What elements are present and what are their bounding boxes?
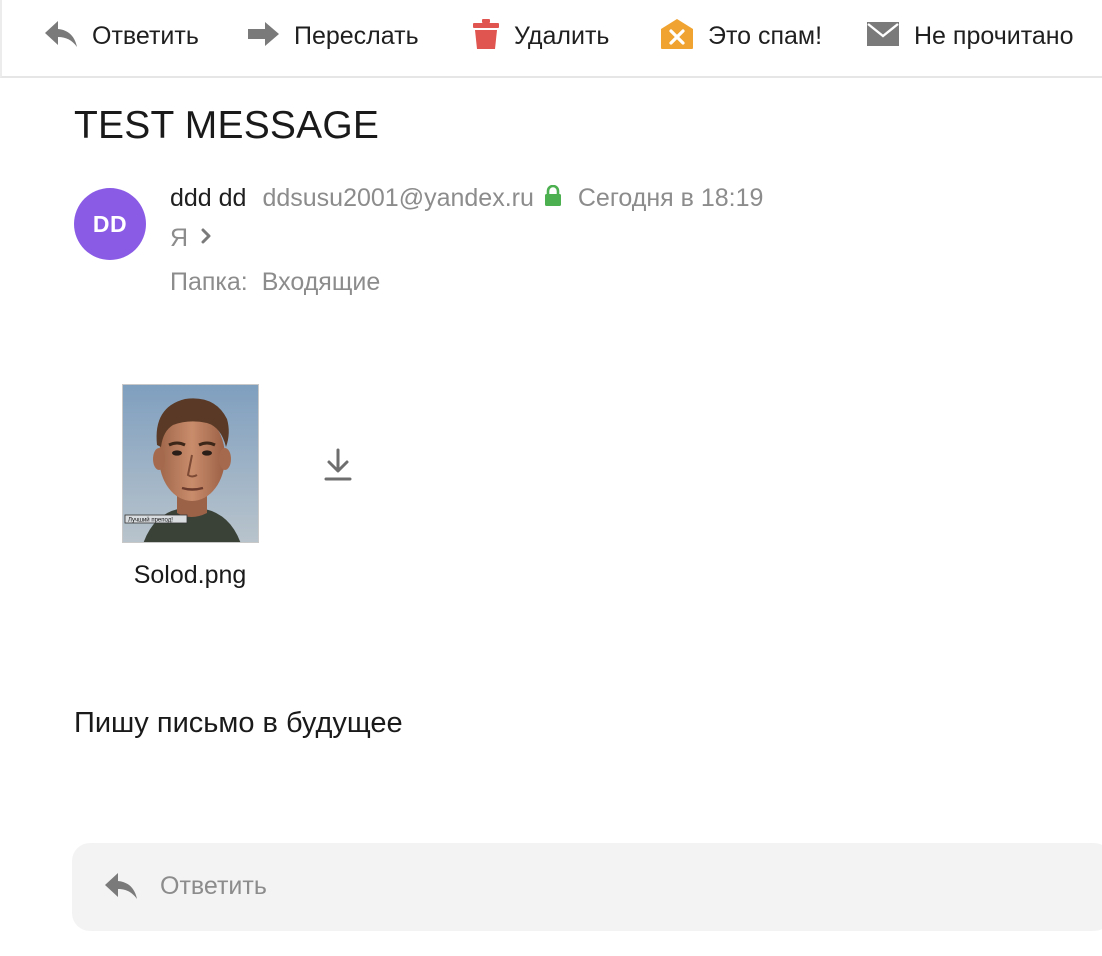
sent-date: Сегодня в 18:19 [577, 184, 764, 212]
chevron-right-icon [200, 228, 212, 249]
reply-button[interactable]: Ответить [44, 18, 199, 54]
reply-icon [44, 19, 78, 54]
recipient-name: Я [170, 224, 189, 252]
mark-unread-button[interactable]: Не прочитано [866, 18, 1073, 54]
reply-label: Ответить [92, 21, 199, 50]
quick-reply-box[interactable]: Ответить [72, 843, 1102, 931]
download-icon[interactable] [323, 448, 353, 487]
thumb-caption: Лучший препод! [128, 517, 173, 524]
lock-icon [544, 184, 562, 212]
folder-link[interactable]: Входящие [262, 268, 381, 297]
attachment-thumbnail[interactable]: Лучший препод! [122, 384, 259, 543]
attachment-filename[interactable]: Solod.png [110, 561, 270, 590]
toolbar: Ответить Переслать Удалить Это спам! Не … [0, 0, 1102, 78]
message-subject: TEST MESSAGE [74, 104, 380, 147]
forward-arrow-icon [248, 21, 280, 52]
folder-line: Папка: Входящие [170, 268, 380, 297]
spam-icon [660, 18, 694, 55]
sender-email[interactable]: ddsusu2001@yandex.ru [262, 184, 533, 213]
folder-label: Папка: [170, 268, 248, 296]
forward-button[interactable]: Переслать [248, 18, 419, 54]
forward-label: Переслать [294, 21, 419, 50]
recipient-toggle[interactable]: Я [170, 224, 212, 253]
envelope-icon [866, 21, 900, 52]
sender-avatar[interactable]: DD [74, 188, 146, 260]
portrait-image: Лучший препод! [123, 385, 258, 542]
spam-button[interactable]: Это спам! [660, 18, 822, 54]
delete-label: Удалить [514, 21, 610, 50]
sender-name[interactable]: ddd dd [170, 184, 246, 213]
message-body: Пишу письмо в будущее [74, 707, 403, 739]
delete-button[interactable]: Удалить [472, 18, 609, 54]
quick-reply-label: Ответить [160, 872, 267, 900]
spam-label: Это спам! [708, 21, 823, 50]
trash-icon [472, 18, 500, 55]
sender-line: ddd dd ddsusu2001@yandex.ru Сегодня в 18… [170, 184, 763, 213]
reply-icon [104, 871, 138, 906]
unread-label: Не прочитано [914, 21, 1074, 50]
